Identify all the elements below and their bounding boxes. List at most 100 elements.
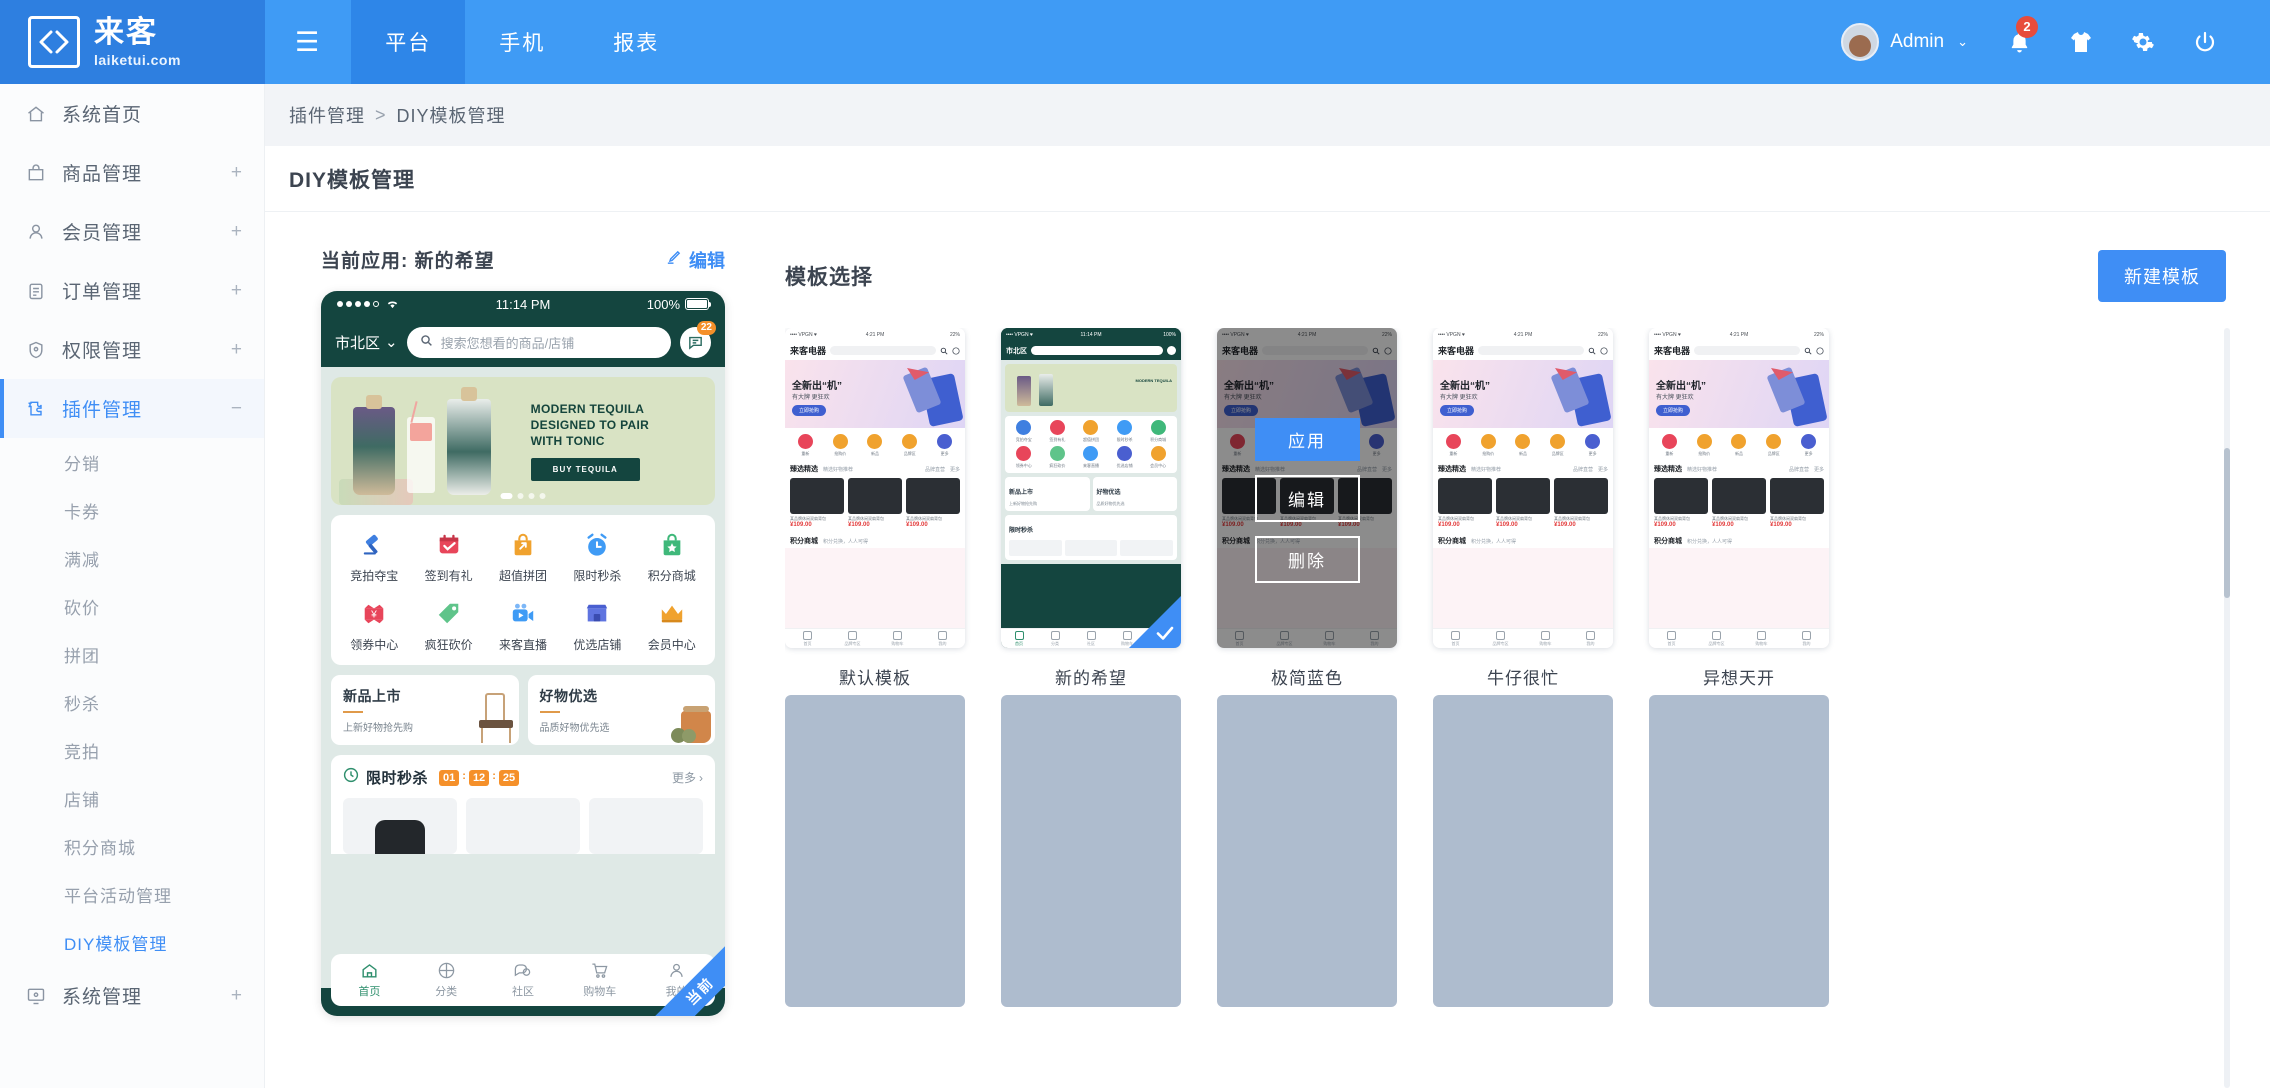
nav-reports[interactable]: 报表 xyxy=(579,0,693,84)
logo[interactable]: 来客 laiketui.com xyxy=(0,0,265,84)
sidebar-item-system[interactable]: 系统管理 + xyxy=(0,966,264,1025)
entry-groupbuy[interactable]: 超值拼团 xyxy=(486,529,560,584)
entry-live[interactable]: 来客直播 xyxy=(486,598,560,653)
sidebar-item-shop[interactable]: 店铺 xyxy=(0,774,264,822)
new-template-button[interactable]: 新建模板 xyxy=(2098,250,2226,302)
sidebar-item-fullreduction[interactable]: 满减 xyxy=(0,534,264,582)
entry-coupon-center[interactable]: ¥ 领券中心 xyxy=(337,598,411,653)
logo-title: 来客 xyxy=(94,15,158,49)
nav-mobile[interactable]: 手机 xyxy=(465,0,579,84)
template-column: 模板选择 新建模板 •••• VPGN ♥ 4:21 PM 22% 来客电器 全… xyxy=(785,246,2270,1088)
thumb-header: 市北区 xyxy=(1001,341,1181,360)
banner-cta-button[interactable]: BUY TEQUILA xyxy=(530,458,640,482)
bell-icon[interactable]: 2 xyxy=(1988,0,2050,84)
sidebar-item-members[interactable]: 会员管理 + xyxy=(0,202,264,261)
flash-sale-more-link[interactable]: 更多 › xyxy=(672,769,703,786)
template-thumbnail-fantasy[interactable]: •••• VPGN ♥ 4:21 PM 22% 来客电器 全新出“机” 有大牌 … xyxy=(1649,328,1829,648)
power-icon[interactable] xyxy=(2174,0,2236,84)
sidebar-item-diy-template[interactable]: DIY模板管理 xyxy=(0,918,264,966)
chat-icon xyxy=(952,346,960,355)
template-thumbnail-minimal-blue[interactable]: •••• VPGN ♥ 4:21 PM 22% 来客电器 全新出“机” 有大牌 … xyxy=(1217,328,1397,648)
thumb-status-bar: •••• VPGN ♥ 4:21 PM 22% xyxy=(1433,328,1613,341)
breadcrumb-current: DIY模板管理 xyxy=(396,106,506,126)
edit-button[interactable]: 编辑 xyxy=(665,247,725,273)
video-camera-icon xyxy=(507,598,538,629)
menu-toggle[interactable]: ☰ xyxy=(265,0,351,84)
sidebar-item-home[interactable]: 系统首页 xyxy=(0,84,264,143)
entry-bargain[interactable]: 疯狂砍价 xyxy=(411,598,485,653)
apply-template-button[interactable]: 应用 xyxy=(1254,418,1360,461)
flash-item[interactable] xyxy=(343,798,457,854)
gear-icon[interactable] xyxy=(2112,0,2174,84)
thumb-brand: 来客电器 xyxy=(790,346,827,356)
chat-button[interactable]: 22 xyxy=(680,320,716,358)
edit-label: 编辑 xyxy=(689,250,725,271)
template-skeleton xyxy=(785,695,965,1007)
expand-indicator: + xyxy=(230,279,242,301)
nav-platform[interactable]: 平台 xyxy=(351,0,466,84)
sidebar-item-orders[interactable]: 订单管理 + xyxy=(0,261,264,320)
banner-dots[interactable] xyxy=(500,493,546,499)
template-thumbnail-cowboy[interactable]: •••• VPGN ♥ 4:21 PM 22% 来客电器 全新出“机” 有大牌 … xyxy=(1433,328,1613,648)
entry-points-mall[interactable]: 积分商城 xyxy=(635,529,709,584)
flash-item[interactable] xyxy=(466,798,580,854)
sidebar-item-points-mall[interactable]: 积分商城 xyxy=(0,822,264,870)
sidebar-item-bargain[interactable]: 砍价 xyxy=(0,582,264,630)
search-input[interactable]: 搜索您想看的商品/店铺 xyxy=(406,326,671,358)
chat-badge: 22 xyxy=(696,320,716,335)
sidebar-item-seckill[interactable]: 秒杀 xyxy=(0,678,264,726)
tag-icon xyxy=(433,598,464,629)
edit-template-button[interactable]: 编辑 xyxy=(1254,475,1360,522)
entry-checkin[interactable]: 签到有礼 xyxy=(411,529,485,584)
home-icon xyxy=(26,104,56,124)
crown-icon xyxy=(656,598,687,629)
entry-stores[interactable]: 优选店铺 xyxy=(560,598,634,653)
location-selector[interactable]: 市北区 ⌄ xyxy=(335,332,398,353)
tab-community[interactable]: 社区 xyxy=(485,961,562,999)
entry-auction[interactable]: 竞拍夺宝 xyxy=(337,529,411,584)
thumb-hero: 全新出“机” 有大牌 更狂欢 立即抢购 xyxy=(1433,360,1613,428)
tab-home[interactable]: 首页 xyxy=(331,961,408,999)
shirt-icon[interactable] xyxy=(2050,0,2112,84)
expand-indicator: + xyxy=(230,220,242,242)
search-icon xyxy=(1588,347,1596,355)
entry-seckill[interactable]: 限时秒杀 xyxy=(560,529,634,584)
breadcrumb-separator: > xyxy=(375,104,387,125)
tab-cart[interactable]: 购物车 xyxy=(561,961,638,999)
sidebar-item-permissions[interactable]: 权限管理 + xyxy=(0,320,264,379)
countdown-seconds: 25 xyxy=(498,769,520,786)
promo-card-selected-goods[interactable]: 好物优选 品质好物优先选 xyxy=(527,675,715,745)
thumb-hero: MODERN TEQUILA xyxy=(1005,364,1177,412)
chevron-down-icon: ⌄ xyxy=(1957,34,1968,49)
template-scroll-area[interactable]: •••• VPGN ♥ 4:21 PM 22% 来客电器 全新出“机” 有大牌 … xyxy=(785,328,2230,1088)
sidebar-item-distribution[interactable]: 分销 xyxy=(0,438,264,486)
sidebar-label: 系统首页 xyxy=(62,105,143,126)
sidebar-item-platform-activity[interactable]: 平台活动管理 xyxy=(0,870,264,918)
breadcrumb-parent[interactable]: 插件管理 xyxy=(289,102,365,128)
countdown-colon: : xyxy=(492,769,496,782)
thumb-flash: 限时秒杀 xyxy=(1005,515,1177,560)
template-scrollbar[interactable] xyxy=(2224,328,2230,1088)
banner-text: MODERN TEQUILA DESIGNED TO PAIR WITH TON… xyxy=(530,377,715,505)
expand-indicator: + xyxy=(230,984,242,1006)
entry-member-center[interactable]: 会员中心 xyxy=(635,598,709,653)
tab-category[interactable]: 分类 xyxy=(408,961,485,999)
bag-icon xyxy=(26,163,56,183)
sidebar-item-groupbuy[interactable]: 拼团 xyxy=(0,630,264,678)
template-thumbnail-default[interactable]: •••• VPGN ♥ 4:21 PM 22% 来客电器 全新出“机” 有大牌 … xyxy=(785,328,965,648)
promo-card-new-arrivals[interactable]: 新品上市 上新好物抢先购 xyxy=(331,675,519,745)
scrollbar-thumb[interactable] xyxy=(2224,448,2230,598)
template-thumbnail-new-hope[interactable]: •••• VPGN ♥ 11:14 PM 100% 市北区 MODERN TEQ… xyxy=(1001,328,1181,648)
delete-template-button[interactable]: 删除 xyxy=(1254,536,1360,583)
tab-label: 社区 xyxy=(511,986,534,998)
sidebar-item-coupons[interactable]: 卡券 xyxy=(0,486,264,534)
sidebar-item-auction[interactable]: 竞拍 xyxy=(0,726,264,774)
sidebar-item-products[interactable]: 商品管理 + xyxy=(0,143,264,202)
sidebar-item-plugins[interactable]: 插件管理 − xyxy=(0,379,264,438)
user-menu[interactable]: Admin ⌄ xyxy=(1821,23,1988,61)
flash-item[interactable] xyxy=(589,798,703,854)
alarm-clock-icon xyxy=(582,529,613,560)
entry-label: 领券中心 xyxy=(350,638,399,652)
thumb-icon: 品牌区 xyxy=(902,434,918,457)
hero-banner[interactable]: MODERN TEQUILA DESIGNED TO PAIR WITH TON… xyxy=(331,377,715,505)
